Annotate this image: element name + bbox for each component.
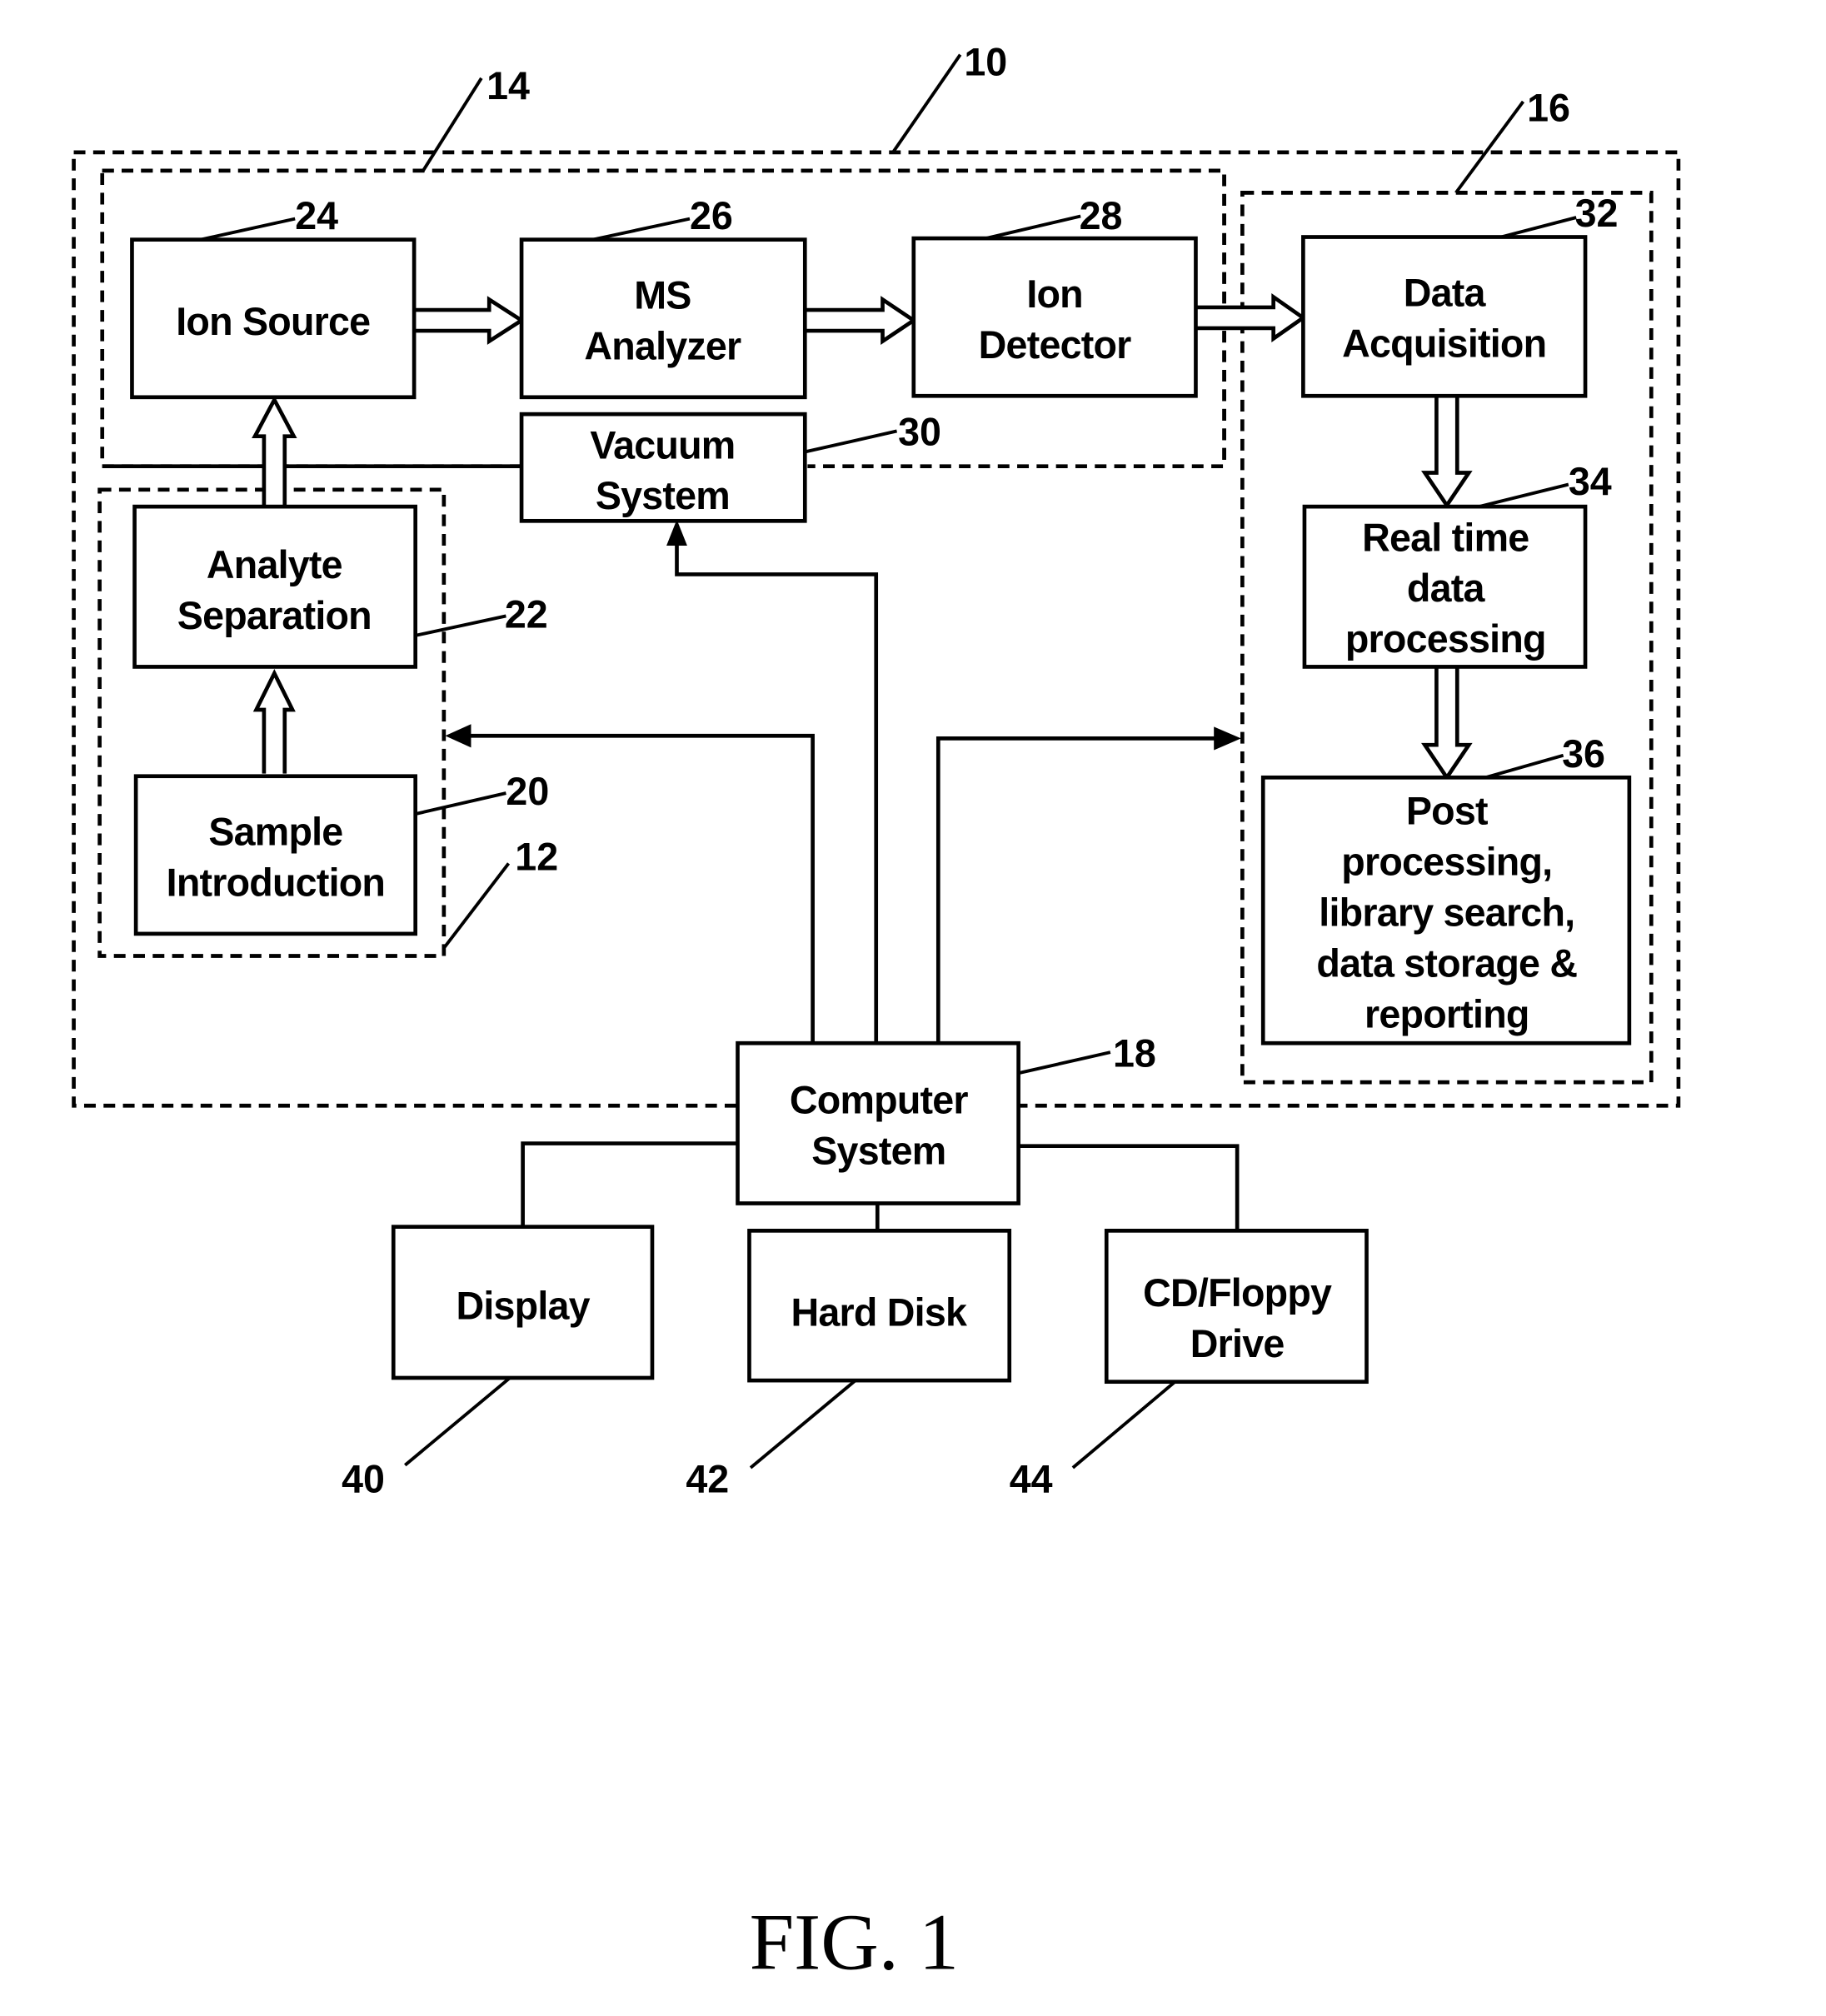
ref-number-26: 26 xyxy=(690,194,733,237)
block-label-line-4: data storage & xyxy=(1316,941,1577,985)
ref-number-30: 30 xyxy=(898,411,941,454)
ref-number-44: 44 xyxy=(1010,1457,1053,1500)
block-ion-source: Ion Source xyxy=(130,237,417,400)
block-cd-floppy-drive: CD/Floppy Drive xyxy=(1104,1228,1369,1385)
block-label-line-1: Computer xyxy=(790,1078,968,1121)
block-ms-analyzer: MS Analyzer xyxy=(519,237,807,400)
ref-number-16: 16 xyxy=(1527,86,1570,129)
block-label-line-3: library search, xyxy=(1319,891,1574,934)
block-label-line-1: Real time xyxy=(1362,516,1529,559)
block-label-line-2: data xyxy=(1407,566,1485,610)
block-label: Hard Disk xyxy=(791,1290,968,1334)
block-label-line-3: processing xyxy=(1345,617,1546,661)
ref-number-34: 34 xyxy=(1569,460,1612,503)
block-label-line-2: Acquisition xyxy=(1342,322,1546,365)
block-label: Display xyxy=(456,1284,590,1327)
block-label-line-1: CD/Floppy xyxy=(1143,1271,1332,1315)
ref-leader-34 xyxy=(1479,482,1569,509)
ref-number-12: 12 xyxy=(515,835,558,878)
arrowhead-to-sample-handling xyxy=(445,724,471,748)
block-label-line-2: Analyzer xyxy=(584,324,741,367)
block-label-line-2: Introduction xyxy=(167,861,385,904)
figure-caption: FIG. 1 xyxy=(750,1897,959,1986)
block-real-time-processing: Real time data processing xyxy=(1302,504,1588,669)
ref-number-24: 24 xyxy=(295,194,338,237)
ref-leader-24 xyxy=(200,217,296,242)
ref-number-32: 32 xyxy=(1575,192,1619,235)
ref-leader-18 xyxy=(1018,1050,1111,1075)
ref-leader-40 xyxy=(404,1376,511,1467)
ref-number-42: 42 xyxy=(686,1457,729,1500)
ref-leader-12 xyxy=(442,862,511,950)
ref-number-40: 40 xyxy=(342,1457,385,1500)
flow-arrow-analyzer-to-detector xyxy=(805,296,917,345)
flow-arrow-sample-to-separation xyxy=(252,668,296,774)
block-label-line-1: Post xyxy=(1406,789,1488,832)
arrowhead-to-data-handling xyxy=(1214,726,1241,751)
block-label-line-1: Ion xyxy=(1026,272,1083,316)
control-line-to-vacuum xyxy=(675,540,879,1044)
ref-number-18: 18 xyxy=(1113,1031,1156,1075)
block-label-line-2: Detector xyxy=(979,323,1131,367)
ref-number-22: 22 xyxy=(505,592,548,636)
flow-arrow-ion-source-to-analyzer xyxy=(414,296,526,345)
ref-number-36: 36 xyxy=(1562,732,1605,776)
block-label-line-2: System xyxy=(811,1129,945,1172)
block-ion-detector: Ion Detector xyxy=(911,236,1198,398)
ref-leader-28 xyxy=(985,214,1081,240)
ref-leader-22 xyxy=(415,614,506,637)
ref-leader-30 xyxy=(804,429,898,454)
ref-leader-20 xyxy=(415,791,506,816)
block-label-line-1: MS xyxy=(634,273,691,317)
block-label-line-1: Vacuum xyxy=(590,423,735,467)
connector-to-cd-floppy xyxy=(1018,1144,1240,1231)
block-label-line-2: Separation xyxy=(177,594,372,637)
ref-number-14: 14 xyxy=(486,64,530,107)
block-sample-introduction: Sample Introduction xyxy=(133,774,418,936)
block-label-line-2: processing, xyxy=(1341,840,1552,883)
block-display: Display xyxy=(391,1225,655,1380)
control-line-to-data-handling xyxy=(935,736,1217,1044)
block-hard-disk: Hard Disk xyxy=(747,1228,1012,1383)
ref-leader-32 xyxy=(1500,216,1577,239)
block-diagram: 14 10 16 12 Ion Source 24 MS Analyzer 26 xyxy=(72,41,1681,1987)
ref-number-20: 20 xyxy=(506,770,549,813)
ref-leader-10 xyxy=(891,53,962,154)
block-label-line-5: reporting xyxy=(1365,992,1529,1035)
arrowhead-to-vacuum xyxy=(666,519,687,546)
ref-number-28: 28 xyxy=(1080,194,1123,237)
block-label-line-1: Data xyxy=(1404,271,1487,314)
flow-arrow-realtime-to-post xyxy=(1421,667,1473,781)
ref-leader-44 xyxy=(1071,1380,1176,1470)
flow-arrow-acquisition-to-realtime xyxy=(1421,397,1473,509)
block-computer-system: Computer System xyxy=(736,1040,1020,1205)
connector-to-display xyxy=(521,1141,738,1227)
block-post-processing: Post processing, library search, data st… xyxy=(1260,775,1632,1045)
block-label-line-2: Drive xyxy=(1190,1322,1285,1365)
ref-number-10: 10 xyxy=(964,41,1007,84)
block-label-line-2: System xyxy=(596,474,730,517)
ref-leader-16 xyxy=(1454,100,1525,194)
block-label-line-1: Sample xyxy=(208,810,342,853)
block-vacuum-system: Vacuum System xyxy=(519,412,807,523)
block-label: Ion Source xyxy=(176,300,370,343)
ref-leader-14 xyxy=(422,77,483,172)
block-analyte-separation: Analyte Separation xyxy=(132,504,418,669)
block-data-acquisition: Data Acquisition xyxy=(1301,235,1588,398)
flow-arrow-detector-to-acquisition xyxy=(1195,292,1307,342)
ref-leader-42 xyxy=(749,1379,857,1470)
ref-leader-26 xyxy=(592,217,691,242)
block-label-line-1: Analyte xyxy=(207,543,342,586)
ref-leader-36 xyxy=(1484,753,1564,780)
